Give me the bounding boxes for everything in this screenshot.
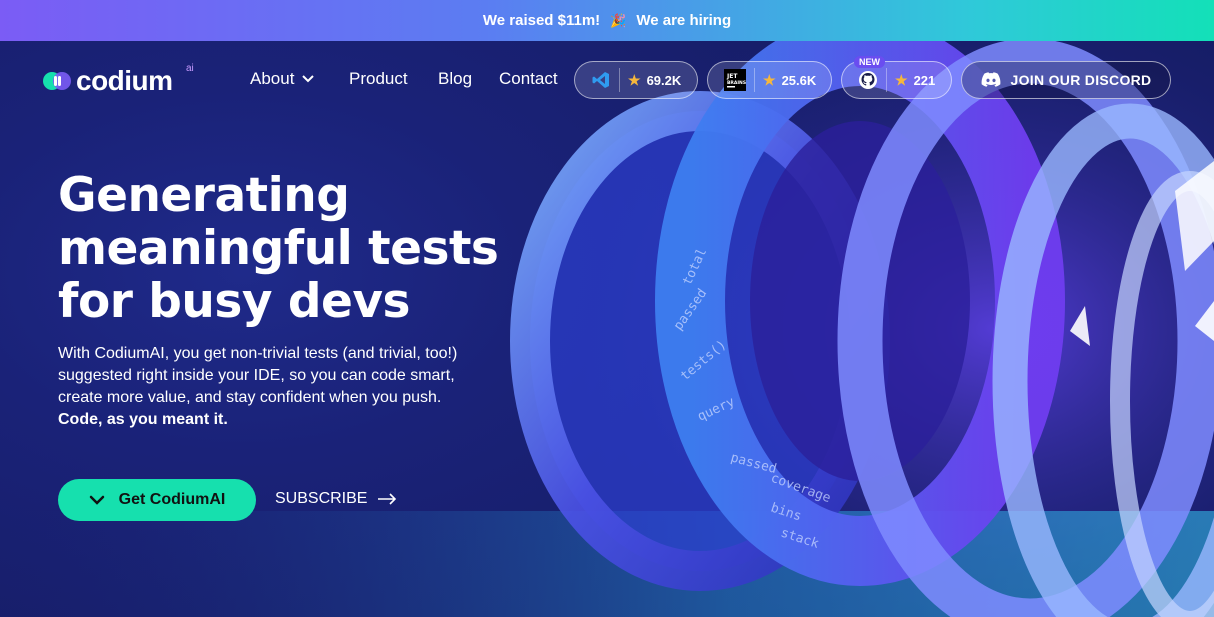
subtext-tagline: Code, as you meant it. [58,411,228,428]
nav-about-label: About [250,69,295,88]
headline-line: for busy devs [58,274,411,329]
join-discord-label: JOIN OUR DISCORD [1010,72,1152,88]
hero-subtext: With CodiumAI, you get non-trivial tests… [58,343,528,431]
announcement-banner[interactable]: We raised $11m! 🎉 We are hiring [0,0,1214,41]
new-badge: NEW [854,56,885,68]
star-icon: ★ [763,71,776,88]
pill-separator [886,68,887,92]
headline-line: meaningful tests [58,221,499,276]
banner-hiring-link[interactable]: We are hiring [636,12,731,29]
hero-spiral-artwork: total passed tests() query passed covera… [0,41,1214,617]
top-nav: codium ai About Product Blog Contact ★ 6… [0,41,1214,119]
star-icon: ★ [895,71,908,88]
pill-separator [754,68,755,92]
jetbrains-count: 25.6K [781,72,817,88]
subtext-line: suggested right inside your IDE, so you … [58,367,455,384]
headline-line: Generating [58,168,350,223]
hero-section: total passed tests() query passed covera… [0,41,1214,617]
nav-product-label: Product [349,69,408,88]
subtext-line: With CodiumAI, you get non-trivial tests… [58,345,458,362]
subtext-line: create more value, and stay confident wh… [58,389,442,406]
nav-blog-label: Blog [438,69,473,88]
github-count: 221 [913,72,936,88]
nav-product[interactable]: Product [349,69,408,89]
nav-blog[interactable]: Blog [438,69,472,89]
discord-icon [981,72,1000,87]
get-codiumai-label: Get CodiumAI [118,491,226,508]
logo-wordmark: codium [76,65,173,96]
jetbrains-icon: JET BRAINS [724,69,746,91]
subscribe-label: SUBSCRIBE [275,490,368,507]
svg-text:BRAINS: BRAINS [727,80,746,86]
codium-logo-icon [43,72,71,90]
subscribe-link[interactable]: SUBSCRIBE [275,490,397,508]
vscode-stat-pill[interactable]: ★ 69.2K [574,61,698,99]
nav-contact[interactable]: Contact [499,69,558,89]
vscode-icon [592,72,609,88]
chevron-down-icon [302,75,315,83]
hero-headline: Generating meaningful tests for busy dev… [58,169,538,328]
nav-about[interactable]: About [250,69,315,89]
banner-raised-text: We raised $11m! [482,12,601,29]
chevron-down-icon [89,495,104,505]
github-icon [859,71,877,89]
pill-separator [619,68,620,92]
star-icon: ★ [628,71,641,88]
get-codiumai-button[interactable]: Get CodiumAI [58,479,256,521]
svg-text:JET: JET [726,73,738,80]
logo-ai-superscript: ai [186,63,194,74]
arrow-right-icon [378,493,397,505]
jetbrains-stat-pill[interactable]: JET BRAINS ★ 25.6K [707,61,832,99]
vscode-count: 69.2K [646,72,682,88]
party-popper-icon: 🎉 [610,12,627,28]
nav-contact-label: Contact [499,69,558,88]
join-discord-button[interactable]: JOIN OUR DISCORD [961,61,1171,99]
codium-logo[interactable]: codium ai [42,63,194,97]
